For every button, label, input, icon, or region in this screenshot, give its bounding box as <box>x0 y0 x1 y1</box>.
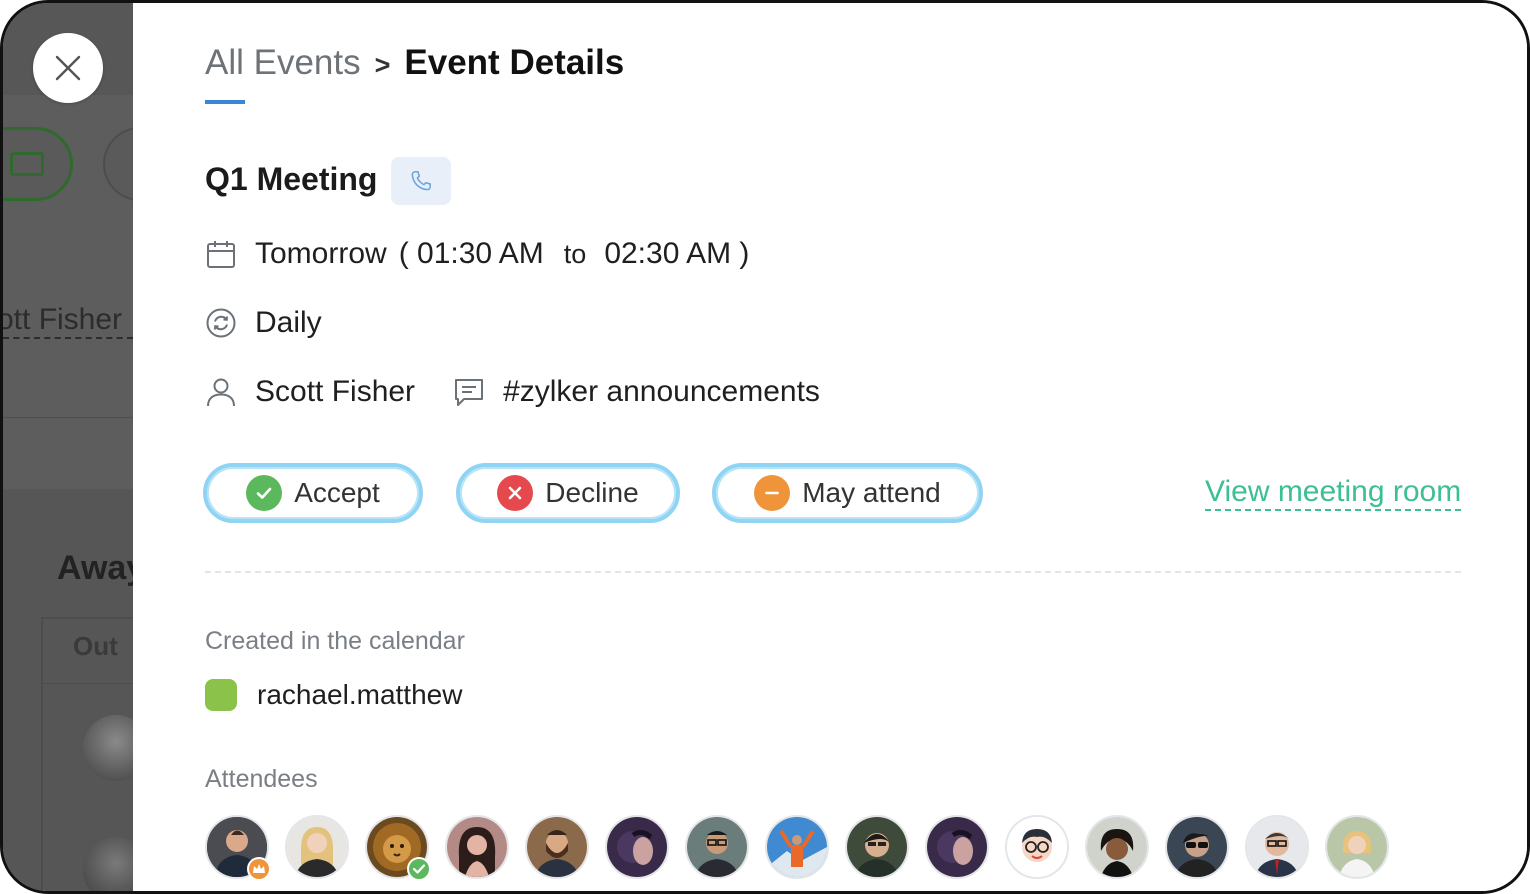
may-attend-label: May attend <box>802 477 941 508</box>
event-time-row: Tomorrow ( 01:30 AM to 02:30 AM ) <box>205 237 749 271</box>
attendee-avatar[interactable] <box>1085 815 1149 879</box>
attendee-avatar[interactable] <box>685 815 749 879</box>
app-window: ott Fisher Away Out All Events > Event D… <box>0 0 1530 894</box>
attendee-avatar[interactable] <box>285 815 349 879</box>
event-details-panel: All Events > Event Details Q1 Meeting To… <box>133 3 1527 891</box>
phone-icon <box>411 171 431 191</box>
may-attend-button[interactable]: May attend <box>712 463 983 523</box>
breadcrumb: All Events > Event Details <box>205 43 624 83</box>
view-meeting-room-link[interactable]: View meeting room <box>1205 475 1462 511</box>
check-icon <box>407 857 431 881</box>
accept-label: Accept <box>294 477 380 508</box>
attendee-avatar[interactable] <box>1165 815 1229 879</box>
close-button[interactable] <box>33 33 103 103</box>
background-section-heading: Away <box>57 549 133 587</box>
attendee-avatar[interactable] <box>1005 815 1069 879</box>
crown-icon <box>247 857 271 881</box>
page-title: Event Details <box>404 43 625 82</box>
attendee-avatar[interactable] <box>925 815 989 879</box>
background-circle-button <box>103 127 133 201</box>
event-title: Q1 Meeting <box>205 161 378 197</box>
chat-icon <box>453 376 485 408</box>
screen-icon <box>10 152 44 176</box>
decline-button[interactable]: Decline <box>456 463 680 523</box>
attendee-avatar[interactable] <box>525 815 589 879</box>
attendee-avatar[interactable] <box>845 815 909 879</box>
breadcrumb-all-events[interactable]: All Events <box>205 43 361 83</box>
breadcrumb-active-indicator <box>205 100 245 104</box>
event-day: Tomorrow <box>255 237 387 270</box>
user-icon <box>205 376 237 408</box>
accept-button[interactable]: Accept <box>203 463 423 523</box>
background-overlay[interactable]: ott Fisher Away Out <box>3 3 133 891</box>
event-recurrence: Daily <box>255 306 322 339</box>
calendar-icon <box>205 238 237 270</box>
check-icon <box>246 475 283 511</box>
x-icon <box>497 475 534 511</box>
event-owner-row: Scott Fisher #zylker announcements <box>205 375 820 409</box>
attendee-avatar[interactable] <box>445 815 509 879</box>
event-start-time: ( 01:30 AM <box>398 237 544 270</box>
attendee-avatar[interactable] <box>605 815 669 879</box>
section-divider <box>205 571 1461 573</box>
calendar-color-swatch <box>205 679 237 711</box>
event-organizer: Scott Fisher <box>255 375 416 408</box>
event-time-to: to <box>563 238 587 269</box>
calendar-section-label: Created in the calendar <box>205 627 465 655</box>
repeat-icon <box>205 307 237 339</box>
background-user-name: ott Fisher <box>3 303 133 339</box>
close-icon <box>55 55 81 81</box>
minus-icon <box>754 475 791 511</box>
background-card-divider <box>41 683 133 684</box>
event-channel-link[interactable]: #zylker announcements <box>503 375 820 409</box>
join-call-button[interactable] <box>391 157 451 205</box>
calendar-row: rachael.matthew <box>205 679 462 711</box>
attendees-section-label: Attendees <box>205 765 318 793</box>
attendee-avatar[interactable] <box>765 815 829 879</box>
event-end-time: 02:30 AM ) <box>604 237 750 270</box>
event-recurrence-row: Daily <box>205 306 322 340</box>
attendee-avatar[interactable] <box>1325 815 1389 879</box>
breadcrumb-separator: > <box>374 50 391 80</box>
background-column-heading: Out <box>73 631 118 661</box>
background-pill-button <box>3 127 73 201</box>
calendar-name: rachael.matthew <box>257 679 463 710</box>
background-divider <box>3 417 133 418</box>
decline-label: Decline <box>545 477 639 508</box>
attendee-avatar[interactable] <box>1245 815 1309 879</box>
